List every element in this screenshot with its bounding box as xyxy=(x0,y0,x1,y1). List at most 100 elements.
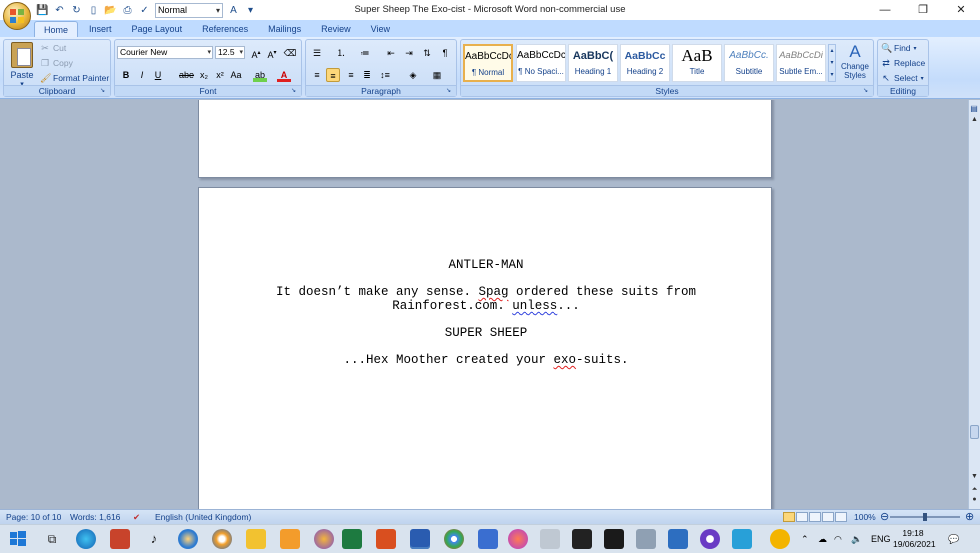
notifications-icon[interactable]: 💬 xyxy=(948,525,959,553)
zoom-slider[interactable] xyxy=(890,513,960,521)
zoom-out-icon[interactable]: ⊖ xyxy=(880,510,889,523)
media-player-icon[interactable] xyxy=(280,529,300,549)
zoom-in-icon[interactable]: ⊕ xyxy=(965,510,974,523)
app-7-icon[interactable] xyxy=(700,529,720,549)
show-hidden-icons[interactable]: ⌃ xyxy=(801,525,809,553)
task-view-icon[interactable]: ⧉ xyxy=(42,529,62,549)
print-preview-icon[interactable]: ⎙ xyxy=(121,4,134,17)
word-count[interactable]: Words: 1,616 xyxy=(70,512,120,522)
cut-button[interactable]: ✂ Cut xyxy=(40,43,66,53)
save-icon[interactable]: 💾 xyxy=(36,4,49,17)
subscript-icon[interactable]: x₂ xyxy=(197,68,211,82)
print-layout-icon[interactable] xyxy=(783,512,795,522)
file-explorer-icon[interactable] xyxy=(246,529,266,549)
scroll-up-icon[interactable]: ▲ xyxy=(969,114,980,125)
style-heading-2[interactable]: AaBbCc Heading 2 xyxy=(620,44,670,82)
styles-launcher-icon[interactable]: ↘ xyxy=(863,87,871,95)
style-subtitle[interactable]: AaBbCc. Subtitle xyxy=(724,44,774,82)
new-document-icon[interactable]: ▯ xyxy=(87,4,100,17)
multilevel-list-icon[interactable]: ≔ xyxy=(358,46,372,60)
spelling-icon[interactable]: ✓ xyxy=(138,4,151,17)
show-marks-icon[interactable]: ¶ xyxy=(438,46,452,60)
office-button[interactable] xyxy=(3,2,31,30)
superscript-icon[interactable]: x² xyxy=(213,68,227,82)
font-launcher-icon[interactable]: ↘ xyxy=(291,87,299,95)
underline-icon[interactable]: U xyxy=(151,68,165,82)
edge-icon[interactable] xyxy=(76,529,96,549)
paragraph-launcher-icon[interactable]: ↘ xyxy=(446,87,454,95)
tab-references[interactable]: References xyxy=(193,21,257,37)
minimize-button[interactable]: — xyxy=(866,0,904,20)
app-2-icon[interactable] xyxy=(478,529,498,549)
zoom-level[interactable]: 100% xyxy=(854,512,876,522)
clipboard-launcher-icon[interactable]: ↘ xyxy=(100,87,108,95)
excel-icon[interactable] xyxy=(342,529,362,549)
select-button[interactable]: ↖ Select ▾ xyxy=(881,73,923,83)
decrease-indent-icon[interactable]: ⇤ xyxy=(384,46,398,60)
strikethrough-icon[interactable]: abe xyxy=(179,68,194,82)
format-painter-button[interactable]: 🖌 Format Painter xyxy=(40,73,109,83)
spelling-error-word[interactable]: exo xyxy=(554,353,577,367)
document-area[interactable]: ANTLER-MAN It doesn’t make any sense. Sp… xyxy=(0,100,968,509)
styles-scroll-icon[interactable]: ▴ ▾ ▾ xyxy=(828,44,836,82)
clear-formatting-icon[interactable]: ⌫ xyxy=(283,46,297,60)
bullets-icon[interactable]: ☰ xyxy=(310,46,324,60)
internet-explorer-icon[interactable] xyxy=(178,529,198,549)
find-button[interactable]: 🔍 Find ▾ xyxy=(881,43,917,53)
view-ruler-icon[interactable]: ▤ xyxy=(969,104,979,114)
app-3-icon[interactable] xyxy=(540,529,560,549)
app-4-icon[interactable] xyxy=(572,529,592,549)
borders-icon[interactable]: ▦ xyxy=(430,68,444,82)
draft-icon[interactable] xyxy=(835,512,847,522)
undo-icon[interactable]: ↶ xyxy=(53,4,66,17)
wifi-icon[interactable]: ◠ xyxy=(834,525,842,553)
increase-indent-icon[interactable]: ⇥ xyxy=(402,46,416,60)
language-indicator-tray[interactable]: ENG xyxy=(871,525,891,553)
app-8-icon[interactable] xyxy=(732,529,752,549)
style-no-spacing[interactable]: AaBbCcDc ¶ No Spaci... xyxy=(516,44,566,82)
headphones-app-icon[interactable] xyxy=(314,529,334,549)
align-center-icon[interactable]: ≡ xyxy=(326,68,340,82)
redo-icon[interactable]: ↻ xyxy=(70,4,83,17)
maximize-button[interactable]: ❐ xyxy=(904,0,942,20)
tab-insert[interactable]: Insert xyxy=(80,21,121,37)
font-size-select[interactable]: 12.5 ▾ xyxy=(215,46,245,59)
scroll-down-icon[interactable]: ▼ xyxy=(969,471,980,482)
start-windows-icon[interactable] xyxy=(8,529,28,549)
app-5-icon[interactable] xyxy=(604,529,624,549)
copy-button[interactable]: ❐ Copy xyxy=(40,58,73,68)
font-color-icon[interactable]: A xyxy=(277,68,291,82)
tab-home[interactable]: Home xyxy=(34,21,79,37)
bold-icon[interactable]: B xyxy=(119,68,133,82)
browse-object-icon[interactable]: ● xyxy=(969,494,980,505)
font-family-select[interactable]: Courier New ▾ xyxy=(117,46,213,59)
highlight-icon[interactable]: ab xyxy=(253,68,267,82)
style-subtle-emphasis[interactable]: AaBbCcDi Subtle Em... xyxy=(776,44,826,82)
proofing-icon[interactable]: ✔ xyxy=(133,512,140,523)
shading-icon[interactable]: ◈ xyxy=(406,68,420,82)
vertical-scrollbar[interactable]: ▲ ▼ ⏶ ● xyxy=(968,100,980,509)
app-icon[interactable] xyxy=(110,529,130,549)
outline-icon[interactable] xyxy=(822,512,834,522)
zoom-slider-knob[interactable] xyxy=(923,513,927,521)
document-page-current[interactable]: ANTLER-MAN It doesn’t make any sense. Sp… xyxy=(198,187,772,509)
qat-style-select[interactable]: Normal xyxy=(155,2,223,18)
word-icon[interactable] xyxy=(410,529,430,549)
replace-button[interactable]: ⇄ Replace xyxy=(881,58,925,68)
web-layout-icon[interactable] xyxy=(809,512,821,522)
scroll-thumb[interactable] xyxy=(970,425,979,439)
tab-review[interactable]: Review xyxy=(312,21,360,37)
font-color-icon[interactable]: A xyxy=(227,4,240,17)
style-title[interactable]: AaB Title xyxy=(672,44,722,82)
shrink-font-icon[interactable]: A▾ xyxy=(265,46,279,60)
document-page-previous[interactable] xyxy=(198,100,772,178)
justify-icon[interactable]: ≣ xyxy=(360,68,374,82)
clock[interactable]: 19:18 19/06/2021 xyxy=(893,528,936,550)
style-normal[interactable]: AaBbCcDc ¶ Normal xyxy=(463,44,513,82)
tab-page-layout[interactable]: Page Layout xyxy=(123,21,192,37)
sort-icon[interactable]: ⇅ xyxy=(420,46,434,60)
network-icon[interactable]: ☁ xyxy=(818,525,827,553)
paste-button[interactable]: Paste ▾ xyxy=(8,42,36,88)
change-styles-button[interactable]: A Change Styles xyxy=(839,42,871,80)
full-screen-reading-icon[interactable] xyxy=(796,512,808,522)
